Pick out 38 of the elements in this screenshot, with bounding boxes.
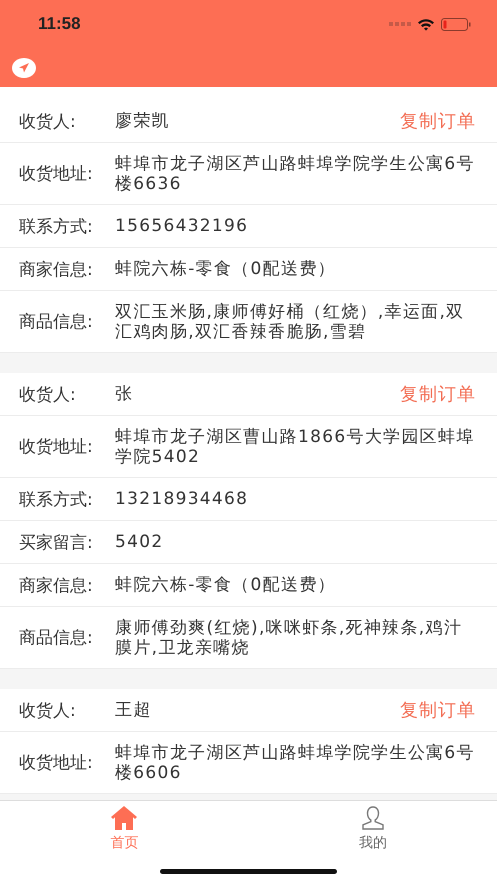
home-icon — [110, 805, 138, 831]
field-value: 王超 — [115, 699, 153, 722]
field-value: 蚌院六栋-零食（0配送费） — [115, 574, 337, 597]
field-value: 廖荣凯 — [115, 110, 171, 133]
field-label: 商家信息: — [19, 258, 94, 280]
field-value: 5402 — [115, 531, 164, 554]
field-value: 蚌埠市龙子湖区芦山路蚌埠学院学生公寓6号楼6606 — [115, 742, 476, 784]
person-icon — [360, 805, 385, 831]
copy-order-button[interactable]: 复制订单 — [398, 105, 478, 137]
field-label: 商家信息: — [19, 574, 94, 596]
field-label: 收货地址: — [19, 752, 94, 774]
field-label: 商品信息: — [19, 311, 94, 333]
status-time: 11:58 — [38, 14, 82, 34]
field-value: 张 — [115, 383, 134, 406]
field-value: 13218934468 — [115, 488, 250, 511]
battery-icon — [441, 18, 471, 30]
location-icon[interactable] — [12, 58, 36, 78]
field-label: 收货地址: — [19, 436, 94, 458]
field-label: 收货地址: — [19, 163, 94, 185]
field-value: 蚌埠市龙子湖区芦山路蚌埠学院学生公寓6号楼6636 — [115, 152, 476, 196]
field-label: 联系方式: — [19, 216, 94, 238]
field-value: 蚌埠市龙子湖区曹山路1866号大学园区蚌埠学院5402 — [115, 426, 476, 468]
signal-icon — [389, 22, 411, 26]
field-label: 收货人: — [19, 110, 77, 132]
copy-order-button[interactable]: 复制订单 — [398, 694, 478, 726]
tab[interactable]: 首页 — [0, 801, 248, 853]
field-value: 蚌院六栋-零食（0配送费） — [115, 258, 337, 281]
field-label: 收货人: — [19, 700, 77, 722]
wifi-icon — [417, 18, 435, 30]
field-label: 商品信息: — [19, 627, 94, 649]
field-value: 15656432196 — [115, 215, 250, 238]
copy-order-button[interactable]: 复制订单 — [398, 378, 478, 410]
field-label: 收货人: — [19, 384, 77, 406]
field-value: 双汇玉米肠,康师傅好桶（红烧）,幸运面,双汇鸡肉肠,双汇香辣香脆肠,雪碧 — [115, 300, 466, 344]
field-value: 康师傅劲爽(红烧),咪咪虾条,死神辣条,鸡汁膜片,卫龙亲嘴烧 — [115, 616, 464, 660]
tab[interactable]: 我的 — [248, 801, 497, 853]
field-label: 买家留言: — [19, 532, 94, 554]
field-label: 联系方式: — [19, 488, 94, 510]
